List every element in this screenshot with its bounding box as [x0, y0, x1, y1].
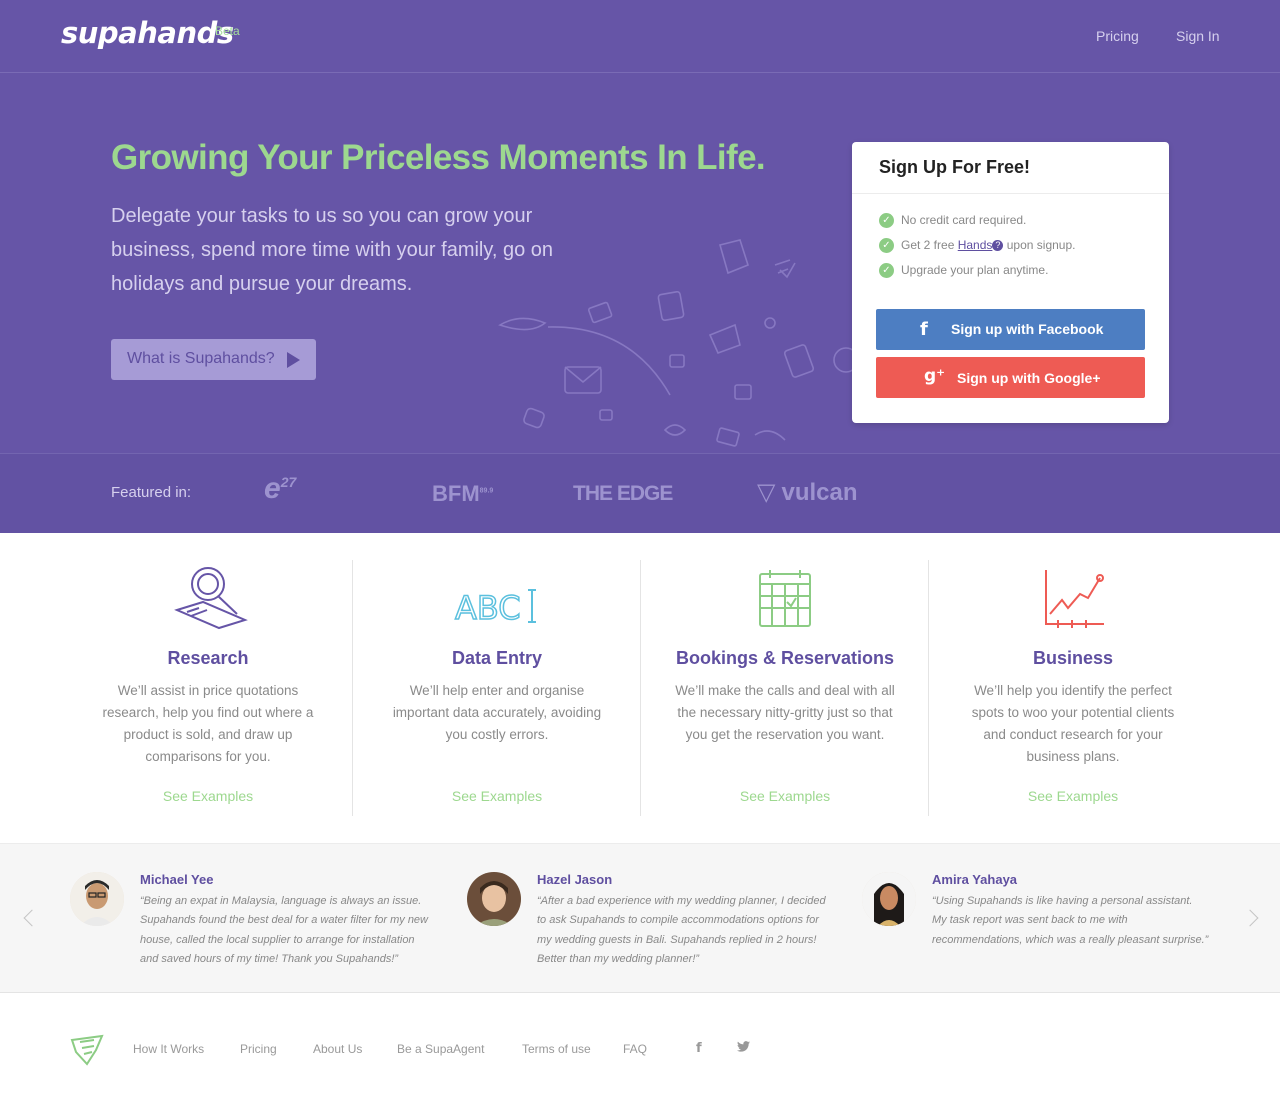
testimonial-quote: “After a bad experience with my wedding …	[537, 895, 826, 965]
testimonial-name: Amira Yahaya	[932, 872, 1018, 887]
play-icon	[287, 352, 300, 368]
testimonial-name: Hazel Jason	[537, 872, 613, 887]
supahands-mark-icon[interactable]	[70, 1034, 104, 1066]
check-icon: ✓	[879, 238, 894, 254]
footer-link-faq[interactable]: FAQ	[623, 1042, 647, 1056]
service-description: We’ll help you identify the perfect spot…	[971, 683, 1175, 764]
service-research: Research We’ll assist in price quotation…	[64, 560, 352, 816]
hero-section: supahands Beta Pricing Sign In Growing Y…	[0, 0, 1280, 533]
press-logo-bfm: BFM89.9	[432, 481, 494, 506]
benefit-item: ✓ No credit card required.	[879, 213, 1026, 229]
signup-facebook-button[interactable]: f Sign up with Facebook	[876, 309, 1145, 350]
facebook-icon: f	[920, 319, 928, 340]
see-examples-link[interactable]: See Examples	[929, 788, 1217, 804]
service-title: Business	[1032, 648, 1114, 668]
signup-title: Sign Up For Free!	[879, 157, 1031, 177]
footer-link-terms-of-use[interactable]: Terms of use	[522, 1042, 591, 1056]
signup-divider	[852, 193, 1169, 194]
magnifier-icon	[174, 567, 248, 630]
footer-link-about-us[interactable]: About Us	[313, 1042, 362, 1056]
signup-google-label: Sign up with Google+	[957, 370, 1101, 386]
nav-pricing-link[interactable]: Pricing	[1096, 28, 1139, 44]
nav-sign-in-link[interactable]: Sign In	[1176, 28, 1220, 44]
featured-in-band: Featured in: e27 BFM89.9 THE EDGE ▽ vulca…	[0, 453, 1280, 533]
twitter-icon[interactable]	[737, 1041, 750, 1055]
footer-link-pricing[interactable]: Pricing	[240, 1042, 277, 1056]
benefit-text-suffix: upon signup.	[1006, 238, 1076, 252]
footer-link-be-a-supaagent[interactable]: Be a SupaAgent	[397, 1042, 484, 1056]
google-plus-icon: g⁺	[924, 366, 946, 386]
footer: How It Works Pricing About Us Be a SupaA…	[0, 994, 1280, 1107]
avatar	[862, 872, 916, 926]
what-is-supahands-button[interactable]: What is Supahands?	[111, 339, 316, 380]
chevron-left-icon[interactable]	[23, 909, 41, 927]
signup-card: Sign Up For Free! ✓ No credit card requir…	[852, 142, 1169, 423]
signup-facebook-label: Sign up with Facebook	[951, 321, 1104, 337]
footer-link-how-it-works[interactable]: How It Works	[133, 1042, 204, 1056]
chevron-right-icon[interactable]	[1241, 909, 1259, 927]
help-icon[interactable]: ?	[992, 240, 1004, 252]
see-examples-link[interactable]: See Examples	[64, 788, 352, 804]
avatar	[70, 872, 124, 926]
see-examples-link[interactable]: See Examples	[641, 788, 929, 804]
calendar-icon	[759, 570, 811, 627]
service-title: Data Entry	[451, 648, 543, 668]
abc-cursor-icon: ABC	[454, 588, 536, 628]
testimonial-quote: “Using Supahands is like having a person…	[932, 895, 1209, 946]
svg-text:ABC: ABC	[455, 589, 521, 627]
top-navbar: supahands Beta Pricing Sign In	[0, 0, 1280, 73]
check-icon: ✓	[879, 213, 894, 229]
service-description: We’ll make the calls and deal with all t…	[675, 683, 895, 742]
testimonial-quote: “Being an expat in Malaysia, language is…	[140, 895, 428, 965]
beta-badge: Beta	[215, 24, 240, 38]
see-examples-link[interactable]: See Examples	[353, 788, 641, 804]
service-title: Research	[167, 648, 249, 668]
growth-chart-icon	[1045, 570, 1104, 628]
testimonials-section: Michael Yee “Being an expat in Malaysia,…	[0, 843, 1280, 993]
featured-label: Featured in:	[111, 484, 192, 501]
service-title: Bookings & Reservations	[675, 648, 895, 668]
site-logo[interactable]: supahands	[61, 16, 234, 50]
benefit-item: ✓ Get 2 free Hands? upon signup.	[879, 238, 1075, 254]
benefit-text-prefix: Get 2 free	[901, 238, 955, 252]
hands-link[interactable]: Hands	[958, 238, 993, 252]
signup-google-button[interactable]: g⁺ Sign up with Google+	[876, 357, 1145, 398]
press-logo-vulcan-post: ▽ vulcan	[757, 479, 858, 506]
services-section: Research We’ll assist in price quotation…	[64, 560, 1216, 816]
service-bookings: Bookings & Reservations We’ll make the c…	[640, 560, 928, 816]
press-logo-e27: e27	[264, 472, 297, 505]
check-icon: ✓	[879, 263, 894, 279]
service-data-entry: ABC Data Entry We’ll help enter and orga…	[352, 560, 640, 816]
what-is-supahands-label: What is Supahands?	[127, 350, 275, 367]
benefit-item: ✓ Upgrade your plan anytime.	[879, 263, 1048, 279]
facebook-icon[interactable]: f	[696, 1041, 702, 1056]
service-business: Business We’ll help you identify the per…	[928, 560, 1216, 816]
testimonial-name: Michael Yee	[140, 872, 214, 887]
avatar	[467, 872, 521, 926]
hero-headline: Growing Your Priceless Moments In Life.	[111, 138, 766, 177]
decorative-doodles	[498, 239, 859, 447]
benefit-text: No credit card required.	[901, 213, 1027, 227]
press-logo-the-edge: THE EDGE	[573, 482, 673, 505]
service-description: We’ll assist in price quotations researc…	[102, 683, 314, 764]
benefit-text: Upgrade your plan anytime.	[901, 263, 1049, 277]
service-description: We’ll help enter and organise important …	[392, 683, 602, 742]
